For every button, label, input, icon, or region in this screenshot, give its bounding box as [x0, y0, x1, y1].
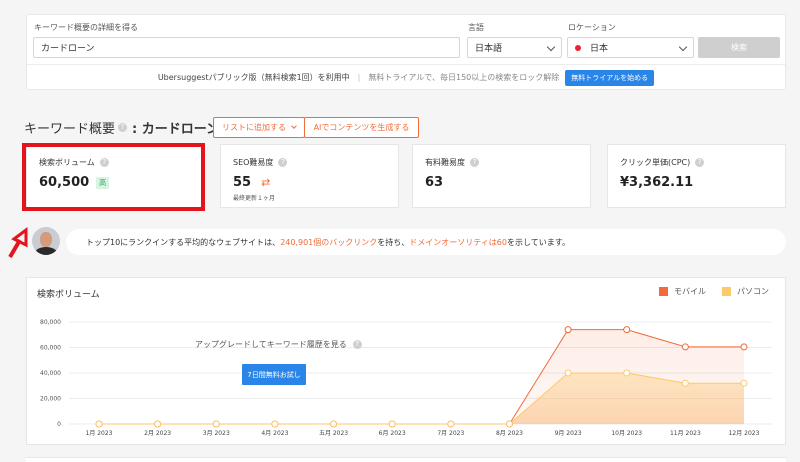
insight-text: を示しています。 [506, 237, 570, 247]
data-point [740, 343, 748, 351]
add-to-list-label: リストに追加する [222, 123, 286, 132]
data-point [271, 420, 279, 428]
y-tick-label: 80,000 [40, 319, 61, 326]
metric-card-search-volume: 検索ボリューム? 60,500 高 [26, 144, 202, 208]
x-tick-label: 3月 2023 [203, 430, 230, 437]
data-point [388, 420, 396, 428]
chevron-down-icon [546, 42, 556, 52]
refresh-icon[interactable]: ⇄ [261, 176, 270, 189]
y-tick-label: 0 [57, 421, 61, 428]
avatar [32, 227, 60, 255]
metric-name: クリック単価(CPC) [620, 158, 691, 167]
insight-text: トップ10にランクインする平均的なウェブサイトは、 [86, 237, 281, 247]
data-point [623, 369, 631, 377]
x-tick-label: 1月 2023 [86, 430, 113, 437]
keyword-input[interactable]: カードローン [33, 37, 460, 58]
metric-value: 55 [233, 175, 252, 190]
data-point [505, 420, 513, 428]
upgrade-text: アップグレードしてキーワード履歴を見る [195, 340, 347, 349]
x-tick-label: 五月 2023 [319, 430, 348, 437]
x-tick-label: 11月 2023 [670, 430, 701, 437]
data-point [154, 420, 162, 428]
help-icon[interactable]: ? [695, 158, 705, 167]
keyword-search-panel: キーワード概要の詳細を得る カードローン 言語 日本語 ロケーション 日本 検索… [26, 14, 786, 90]
location-value: 日本 [590, 44, 609, 54]
chevron-down-icon [678, 42, 688, 52]
data-point [212, 420, 220, 428]
language-label: 言語 [468, 23, 484, 32]
upgrade-prompt: アップグレードしてキーワード履歴を見る ? [195, 339, 365, 350]
insight-message: トップ10にランクインする平均的なウェブサイトは、 240,901個のバックリン… [66, 229, 786, 255]
next-panel-edge [26, 457, 786, 462]
data-point [564, 326, 572, 334]
annotation-arrow-icon [8, 227, 28, 259]
metric-name: 検索ボリューム [39, 158, 95, 167]
help-icon[interactable]: ? [278, 158, 288, 167]
ai-content-button[interactable]: AIでコンテンツを生成する [304, 117, 419, 138]
data-point [564, 369, 572, 377]
metric-value: ¥3,362.11 [620, 175, 694, 190]
title-keyword: : カードローン [132, 122, 220, 137]
trial-banner: Ubersuggestパブリック版（無料検索1回）を利用中 | 無料トライアルで… [27, 64, 785, 90]
insight-text: を持ち、 [377, 237, 410, 247]
y-tick-label: 60,000 [40, 345, 61, 352]
chevron-down-icon [291, 123, 297, 129]
metric-value: 63 [425, 175, 444, 190]
page-title: キーワード概要 ? : カードローン [24, 118, 221, 137]
metric-name: SEO難易度 [233, 158, 274, 167]
start-trial-button[interactable]: 無料トライアルを始める [565, 69, 655, 86]
keyword-input-value: カードローン [41, 44, 95, 54]
x-tick-label: 7月 2023 [437, 430, 464, 437]
banner-separator: | [357, 73, 361, 82]
search-volume-chart-card: 検索ボリューム モバイル パソコン 80,000 60,000 40,000 20,0… [26, 277, 786, 445]
x-tick-label: 6月 2023 [379, 430, 406, 437]
add-to-list-button[interactable]: リストに追加する [213, 117, 305, 138]
x-tick-label: 8月 2023 [496, 430, 523, 437]
volume-badge: 高 [96, 176, 110, 189]
data-point [95, 420, 103, 428]
title-prefix: キーワード概要 [24, 122, 116, 137]
location-label: ロケーション [568, 23, 616, 32]
metric-value: 60,500 [39, 175, 90, 190]
domain-authority-highlight: ドメインオーソリティは60 [409, 237, 507, 247]
help-icon[interactable]: ? [470, 158, 479, 167]
banner-text-public: Ubersuggestパブリック版（無料検索1回）を利用中 [157, 73, 350, 82]
help-icon[interactable]: ? [99, 158, 109, 167]
metric-card-seo-difficulty: SEO難易度? 55 ⇄ 最終更新１ヶ月 [220, 144, 399, 208]
metric-card-cpc: クリック単価(CPC)? ¥3,362.11 [607, 144, 786, 208]
x-tick-label: 2月 2023 [144, 430, 171, 437]
metric-card-paid-difficulty: 有料難易度? 63 [412, 144, 591, 208]
language-select[interactable]: 日本語 [467, 37, 562, 58]
language-value: 日本語 [475, 44, 503, 54]
data-point [330, 420, 338, 428]
free-trial-button[interactable]: 7日間無料お試し [242, 364, 306, 385]
banner-text-unlock: 無料トライアルで、毎日150以上の検索をロック解除 [368, 73, 560, 82]
keyword-label: キーワード概要の詳細を得る [34, 23, 138, 32]
metric-name: 有料難易度 [425, 158, 465, 167]
backlinks-highlight: 240,901個のバックリンク [280, 237, 378, 247]
help-icon[interactable]: ? [352, 340, 362, 349]
last-updated: 最終更新１ヶ月 [233, 195, 276, 202]
y-tick-label: 20,000 [40, 396, 61, 403]
x-tick-label: 4月 2023 [261, 430, 288, 437]
x-tick-label: 12月 2023 [729, 430, 760, 437]
search-button[interactable]: 検索 [698, 37, 780, 58]
japan-flag-icon [575, 44, 581, 51]
data-point [681, 343, 689, 351]
search-volume-chart: 80,000 60,000 40,000 20,000 0 1月 2023 2月 2023 3… [40, 319, 772, 437]
data-point [740, 379, 748, 387]
data-point [623, 326, 631, 334]
location-select[interactable]: 日本 [567, 37, 694, 58]
data-point [681, 379, 689, 387]
x-tick-label: 10月 2023 [611, 430, 642, 437]
y-tick-label: 40,000 [40, 370, 61, 377]
help-icon[interactable]: ? [118, 123, 128, 132]
data-point [447, 420, 455, 428]
x-tick-label: 9月 2023 [555, 430, 582, 437]
